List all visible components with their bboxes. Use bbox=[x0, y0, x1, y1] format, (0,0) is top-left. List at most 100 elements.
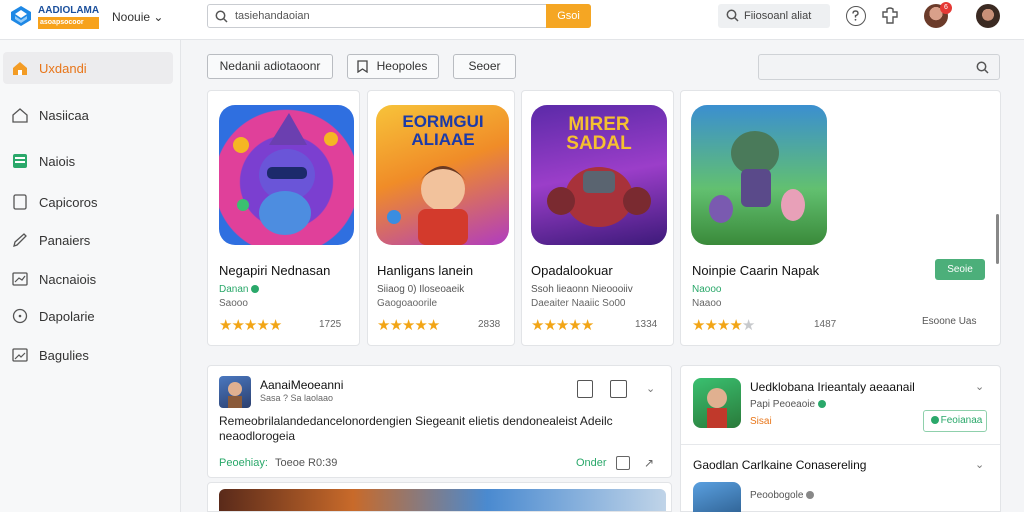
star-icon: ★ bbox=[377, 317, 390, 334]
sidebar-item-2[interactable]: Naiois bbox=[3, 145, 173, 177]
sidebar-item-label: Bagulies bbox=[39, 348, 89, 363]
divider bbox=[681, 444, 1000, 445]
puzzle-icon[interactable] bbox=[880, 6, 900, 26]
chevron-down-icon[interactable]: ⌄ bbox=[646, 382, 655, 395]
rec-follow-button[interactable]: Feoianaa bbox=[923, 410, 987, 432]
star-icon: ★ bbox=[219, 317, 232, 334]
forward-icon[interactable]: ↗ bbox=[644, 456, 654, 470]
sidebar-item-7[interactable]: Bagulies bbox=[3, 339, 173, 371]
filter-search-input[interactable] bbox=[758, 54, 1000, 80]
star-icon: ★ bbox=[268, 317, 282, 334]
sidebar-item-3[interactable]: Capicoros bbox=[3, 186, 173, 218]
game-art[interactable]: MIRER SADAL bbox=[531, 105, 667, 245]
game-card[interactable]: Negapiri Nednasan Danan Saooo ★★★★★ 1725 bbox=[207, 90, 360, 346]
home-menu[interactable]: Noouie ⌄ bbox=[112, 10, 163, 24]
star-rating: ★★★★★ bbox=[531, 316, 594, 334]
filter-chip-0[interactable]: Nedanii adiotaoonr bbox=[207, 54, 333, 79]
game-developer: Ssoh lieaonn Nieoooiiv bbox=[531, 284, 633, 295]
pen-icon bbox=[13, 233, 27, 247]
game-subtitle: Gaogoaoorile bbox=[377, 298, 438, 309]
profile-avatar[interactable] bbox=[976, 4, 1000, 28]
scrollbar-thumb[interactable] bbox=[996, 214, 999, 264]
reply-label[interactable]: Peoehiay: bbox=[219, 457, 268, 469]
sidebar-item-1[interactable]: Nasiicaa bbox=[3, 99, 173, 131]
sidebar-item-label: Nasiicaa bbox=[39, 108, 89, 123]
game-character-icon bbox=[233, 113, 338, 235]
star-icon: ★ bbox=[729, 317, 742, 334]
game-title[interactable]: Negapiri Nednasan bbox=[219, 263, 330, 278]
share-icon[interactable] bbox=[610, 380, 627, 398]
rec-subtitle: Peoobogole bbox=[750, 490, 815, 501]
get-button[interactable]: Seoie bbox=[935, 259, 985, 280]
game-developer: Naooo bbox=[692, 284, 722, 295]
rec-title[interactable]: Uedklobana Irieantaly aeaanail bbox=[750, 380, 915, 394]
rating-count: 1334 bbox=[635, 319, 658, 330]
star-icon: ★ bbox=[414, 317, 427, 334]
game-developer: Siiaog 0) Iloseoaeik bbox=[377, 284, 465, 295]
game-art[interactable] bbox=[691, 105, 827, 245]
post-body: Remeobrilalandedancelonordengien Siegean… bbox=[219, 414, 613, 443]
rec-follow-label: Feoianaa bbox=[940, 415, 983, 426]
bookmark-icon[interactable] bbox=[577, 380, 593, 398]
comment-icon[interactable] bbox=[616, 456, 630, 470]
brand-line1: AADIOLAMA bbox=[38, 5, 100, 16]
sidebar-item-label: Panaiers bbox=[39, 233, 91, 248]
star-rating: ★★★★★ bbox=[219, 316, 282, 334]
bookmark-icon bbox=[357, 60, 368, 73]
explore-button[interactable]: Fiiosoanl aliat bbox=[718, 4, 830, 28]
question-glyph-icon bbox=[852, 10, 859, 21]
square-outline-icon bbox=[13, 194, 27, 210]
game-card[interactable]: Noinpie Caarin Napak Naooo Naaoo ★★★★★ 1… bbox=[680, 90, 1001, 346]
notification-badge: 6 bbox=[940, 2, 952, 14]
star-rating: ★★★★★ bbox=[692, 316, 755, 334]
house-outline-icon bbox=[12, 108, 28, 123]
sidebar-item-6[interactable]: Dapolarie bbox=[3, 300, 173, 332]
help-icon[interactable] bbox=[846, 6, 866, 26]
post-author[interactable]: AanaiMeoeanni bbox=[260, 378, 343, 392]
rec-app-icon[interactable] bbox=[693, 482, 741, 512]
rec-subtitle-2: Sisai bbox=[750, 416, 772, 427]
chevron-down-icon[interactable]: ⌄ bbox=[975, 380, 984, 393]
game-title[interactable]: Noinpie Caarin Napak bbox=[692, 263, 819, 278]
sidebar-item-0[interactable]: Uxdandi bbox=[3, 52, 173, 84]
avatar-character-icon bbox=[228, 382, 242, 408]
rating-count: 1487 bbox=[814, 319, 837, 330]
brand-line2: asoapsocoor bbox=[38, 17, 100, 29]
explore-label: Fiiosoanl aliat bbox=[744, 10, 812, 22]
brand-name[interactable]: AADIOLAMA asoapsocoor bbox=[38, 5, 100, 29]
order-link[interactable]: Onder bbox=[576, 457, 607, 469]
game-art[interactable] bbox=[219, 105, 354, 245]
game-art[interactable]: EORMGUI ALIAAE bbox=[376, 105, 509, 245]
game-title[interactable]: Hanligans lanein bbox=[377, 263, 473, 278]
star-icon: ★ bbox=[543, 317, 556, 334]
search-bar[interactable]: tasiehandaoian Gsoi bbox=[207, 4, 591, 28]
game-card[interactable]: MIRER SADAL Opadalookuar Ssoh lieaonn Ni… bbox=[521, 90, 674, 346]
post-panel: AanaiMeoeanni Sasa ? Sa laolaao ⌄ Remeob… bbox=[207, 365, 672, 478]
home-orange-icon bbox=[13, 62, 27, 75]
sidebar: Uxdandi Nasiicaa Naiois Capicoros Panaie… bbox=[0, 40, 181, 512]
filter-chip-1[interactable]: Heopoles bbox=[347, 54, 439, 79]
star-rating: ★★★★★ bbox=[377, 316, 440, 334]
game-title[interactable]: Opadalookuar bbox=[531, 263, 613, 278]
rec-app-icon[interactable] bbox=[693, 378, 741, 428]
search-input[interactable]: tasiehandaoian bbox=[235, 10, 310, 22]
game-character-icon bbox=[707, 388, 727, 428]
more-link[interactable]: Esoone Uas bbox=[922, 316, 976, 327]
post-avatar[interactable] bbox=[219, 376, 251, 408]
sidebar-item-4[interactable]: Panaiers bbox=[3, 224, 173, 256]
rec-subtitle-label: Peoobogole bbox=[750, 490, 804, 501]
chart-box-icon bbox=[12, 272, 28, 286]
app-logo-icon[interactable] bbox=[10, 5, 32, 27]
verified-icon bbox=[818, 400, 827, 409]
game-card[interactable]: EORMGUI ALIAAE Hanligans lanein Siiaog 0… bbox=[367, 90, 515, 346]
star-icon: ★ bbox=[580, 317, 594, 334]
rec-title[interactable]: Gaodlan Carlkaine Conasereling bbox=[693, 458, 866, 472]
search-button[interactable]: Gsoi bbox=[546, 4, 591, 28]
filter-chip-2[interactable]: Seoer bbox=[453, 54, 516, 79]
game-developer-label: Danan bbox=[219, 284, 249, 295]
rec-subtitle: Papi Peoeaoie bbox=[750, 399, 827, 410]
sidebar-item-5[interactable]: Nacnaiois bbox=[3, 263, 173, 295]
post-image[interactable] bbox=[219, 489, 666, 511]
star-icon: ★ bbox=[741, 317, 755, 334]
chevron-down-icon[interactable]: ⌄ bbox=[975, 458, 984, 471]
